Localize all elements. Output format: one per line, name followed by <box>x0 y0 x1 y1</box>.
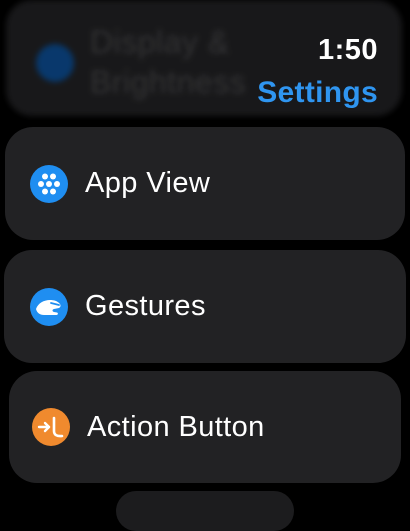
row-label-gestures: Gestures <box>85 290 206 322</box>
settings-row-next[interactable] <box>116 491 294 531</box>
row-label-line1: Display & <box>90 24 230 60</box>
row-label-line2: Brightness <box>90 64 247 100</box>
display-brightness-icon <box>36 44 74 82</box>
row-label-action-button: Action Button <box>87 410 265 443</box>
row-label-app-view: App View <box>85 167 211 199</box>
app-grid-icon <box>30 164 68 203</box>
hand-gesture-icon <box>30 287 68 326</box>
row-label: Display & Brightness <box>90 22 246 102</box>
status-time: 1:50 <box>317 34 378 66</box>
settings-row-app-view[interactable]: App View <box>5 127 405 240</box>
settings-row-gestures[interactable]: Gestures <box>4 250 406 363</box>
action-button-icon <box>32 408 70 446</box>
settings-row-action-button[interactable]: Action Button <box>9 371 401 483</box>
back-button-settings[interactable]: Settings <box>257 76 378 110</box>
